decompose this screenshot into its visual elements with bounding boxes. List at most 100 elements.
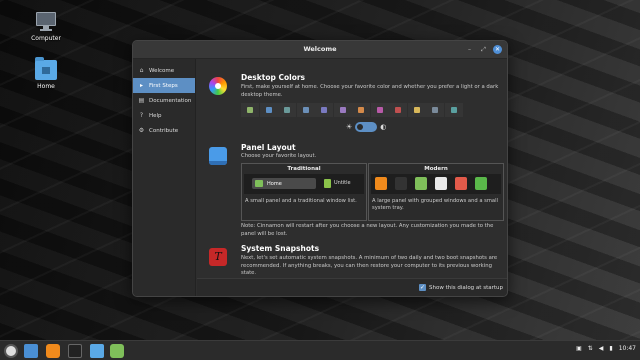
sidebar-item-contribute[interactable]: ⚙ Contribute <box>133 123 195 138</box>
help-icon: ? <box>139 112 144 119</box>
menu-icon[interactable] <box>4 344 18 358</box>
layout-description: A large panel with grouped windows and a… <box>372 198 498 211</box>
home-folder-icon <box>35 57 57 80</box>
desktop-colors-title: Desktop Colors <box>241 73 306 82</box>
color-swatch-button[interactable] <box>370 103 389 117</box>
contribute-icon: ⚙ <box>138 127 145 134</box>
taskbar: ▣ ⇅ ◀ ▮ 10:47 <box>0 340 640 360</box>
files-icon <box>415 177 427 190</box>
layout-description: A small panel and a traditional window l… <box>245 198 357 204</box>
sidebar-item-help[interactable]: ? Help <box>133 108 195 123</box>
terminal-icon[interactable] <box>68 344 82 358</box>
sidebar-item-label: First Steps <box>149 82 178 89</box>
sun-icon: ☀ <box>346 123 353 131</box>
documentation-icon: ▤ <box>138 97 145 104</box>
color-swatches <box>241 103 463 117</box>
color-swatch <box>395 107 401 113</box>
color-swatch-button[interactable] <box>296 103 315 117</box>
sidebar: ⌂ Welcome ▸ First Steps ▤ Documentation … <box>133 59 196 296</box>
firefox-icon <box>375 177 387 190</box>
desktop-icon-label: Home <box>37 83 55 90</box>
close-button[interactable]: ✕ <box>493 45 502 54</box>
color-swatch <box>413 107 420 113</box>
color-swatch <box>302 107 309 113</box>
sidebar-item-documentation[interactable]: ▤ Documentation <box>133 93 195 108</box>
window-titlebar[interactable]: Welcome – ⤢ ✕ <box>133 41 507 59</box>
layout-heading: Modern <box>424 166 448 172</box>
color-swatch-button[interactable] <box>259 103 278 117</box>
system-tray: ▣ ⇅ ◀ ▮ 10:47 <box>570 345 636 352</box>
moon-icon: ◐ <box>380 123 387 131</box>
desktop-colors-text: First, make yourself at home. Choose you… <box>241 84 499 98</box>
first-steps-icon: ▸ <box>139 82 143 89</box>
color-swatch <box>247 107 253 113</box>
welcome-window: Welcome – ⤢ ✕ ⌂ Welcome ▸ First Steps ▤ … <box>132 40 508 297</box>
color-swatch <box>358 107 364 113</box>
window-footer: ✓ Show this dialog at startup <box>197 278 507 296</box>
panel-layout-text: Choose your favorite layout. <box>241 153 317 159</box>
layout-note: Note: Cinnamon will restart after you ch… <box>241 223 494 237</box>
color-swatch <box>376 107 383 113</box>
theme-toggle: ☀ ◐ <box>346 122 386 132</box>
printer-icon[interactable]: ▣ <box>576 345 582 352</box>
color-swatch-button[interactable] <box>278 103 296 117</box>
panel-layout-title: Panel Layout <box>241 143 296 152</box>
startup-checkbox[interactable]: ✓ <box>419 284 427 291</box>
color-swatch-button[interactable] <box>333 103 352 117</box>
layout-option-modern[interactable]: Modern A large panel with grouped window… <box>368 163 504 221</box>
color-swatch <box>265 107 272 113</box>
color-swatch-button[interactable] <box>315 103 333 117</box>
spreadsheet-icon <box>475 177 487 190</box>
sidebar-item-label: Documentation <box>149 97 192 104</box>
sidebar-item-label: Contribute <box>149 127 179 134</box>
color-swatch-button[interactable] <box>444 103 463 117</box>
color-swatch-button[interactable] <box>426 103 444 117</box>
welcome-app-icon[interactable] <box>110 344 124 358</box>
firefox-icon[interactable] <box>46 344 60 358</box>
layout-heading: Traditional <box>287 166 321 172</box>
terminal-icon <box>395 177 407 190</box>
battery-icon[interactable]: ▮ <box>609 345 612 352</box>
startup-checkbox-label: Show this dialog at startup <box>429 284 503 291</box>
system-snapshots-title: System Snapshots <box>241 244 320 253</box>
color-swatch <box>339 107 346 113</box>
volume-icon[interactable]: ◀ <box>599 345 604 352</box>
main-content: Desktop Colors First, make yourself at h… <box>197 59 507 280</box>
layout-option-traditional[interactable]: Traditional Home Untitle A small panel a… <box>241 163 367 221</box>
desktop-icon-home[interactable]: Home <box>21 57 71 90</box>
calculator-icon <box>455 177 467 190</box>
color-swatch <box>432 107 438 113</box>
color-swatch <box>450 107 457 113</box>
minimize-button[interactable]: – <box>465 45 474 54</box>
modern-preview <box>371 174 501 194</box>
sidebar-item-label: Welcome <box>149 67 175 74</box>
folder-icon <box>255 180 263 187</box>
panel-layout-icon <box>209 147 227 165</box>
sidebar-item-label: Help <box>149 112 162 119</box>
window-title: Welcome <box>303 45 337 53</box>
preview-window-label: Untitle <box>334 180 351 186</box>
clock[interactable]: 10:47 <box>619 345 636 352</box>
color-swatch <box>284 107 290 113</box>
startup-checkbox-row[interactable]: ✓ Show this dialog at startup <box>419 284 503 291</box>
files-icon[interactable] <box>90 344 104 358</box>
desktop-icon-computer[interactable]: Computer <box>21 12 71 42</box>
color-swatch-button[interactable] <box>407 103 426 117</box>
color-swatch <box>321 107 327 113</box>
palette-icon <box>209 77 227 95</box>
traditional-preview: Home Untitle <box>244 174 364 194</box>
sidebar-item-welcome[interactable]: ⌂ Welcome <box>133 63 195 78</box>
desktop-icon-label: Computer <box>31 35 61 42</box>
dark-theme-switch[interactable] <box>355 122 378 132</box>
color-swatch-button[interactable] <box>241 103 259 117</box>
system-snapshots-text: Next, let's set automatic system snapsho… <box>241 255 498 276</box>
color-swatch-button[interactable] <box>389 103 407 117</box>
calendar-icon <box>435 177 447 190</box>
timeshift-icon <box>209 248 227 266</box>
maximize-button[interactable]: ⤢ <box>479 45 488 54</box>
color-swatch-button[interactable] <box>352 103 370 117</box>
network-icon[interactable]: ⇅ <box>588 345 593 352</box>
show-desktop-icon[interactable] <box>24 344 38 358</box>
computer-icon <box>35 12 57 32</box>
sidebar-item-first-steps[interactable]: ▸ First Steps <box>133 78 195 93</box>
